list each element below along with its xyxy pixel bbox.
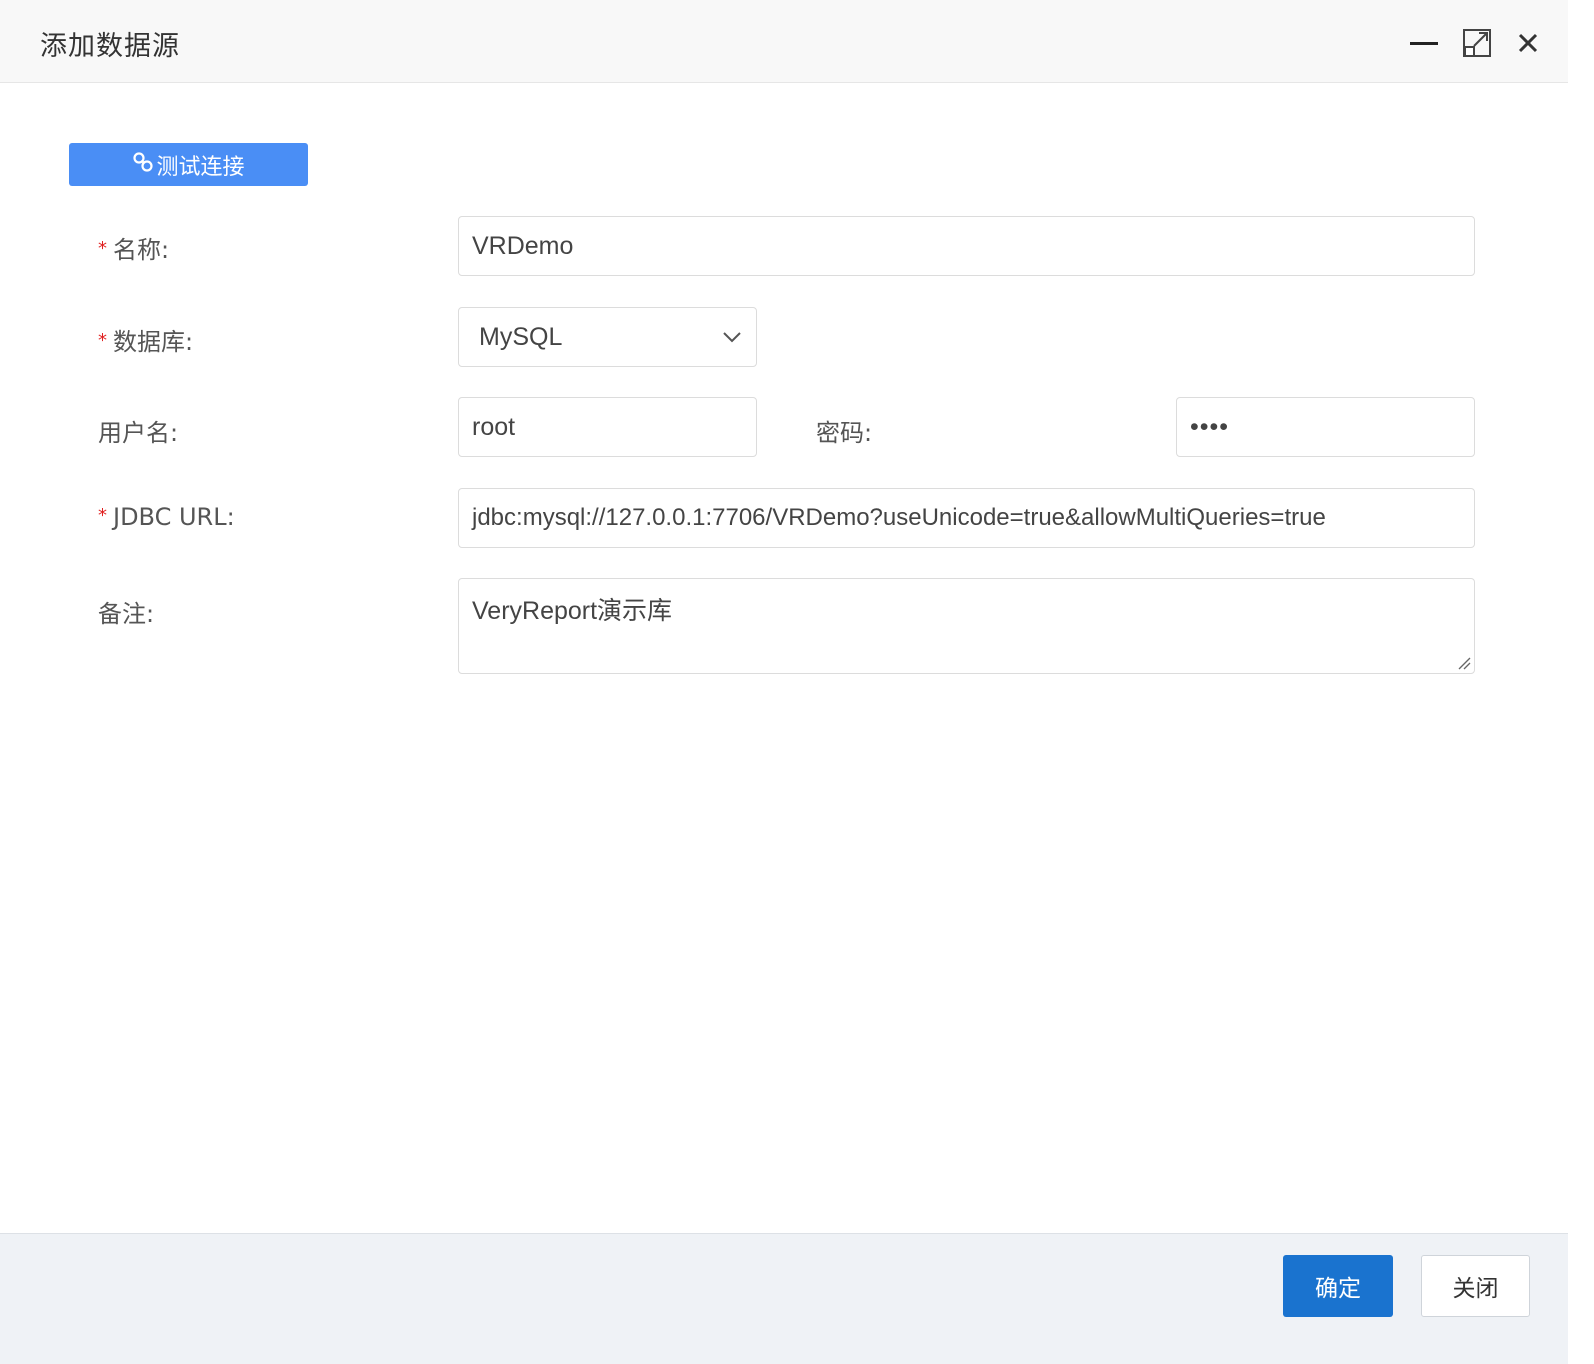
- resize-grip-icon: [1458, 657, 1471, 670]
- username-input[interactable]: root: [458, 397, 757, 457]
- database-select[interactable]: MySQL: [458, 307, 757, 367]
- dialog-title: 添加数据源: [40, 31, 180, 62]
- close-icon: [1518, 33, 1538, 53]
- name-input[interactable]: VRDemo: [458, 216, 1475, 276]
- name-label: * 名称:: [98, 236, 170, 264]
- add-datasource-dialog: 添加数据源 测试连接 * 名称: VRDemo * 数据库: MySQL 用户名…: [0, 0, 1568, 1364]
- required-mark: *: [98, 330, 107, 351]
- username-label: 用户名:: [98, 419, 179, 447]
- close-button[interactable]: 关闭: [1421, 1255, 1530, 1317]
- password-label: 密码:: [816, 419, 873, 447]
- remark-label: 备注:: [98, 600, 155, 628]
- jdbc-url-input[interactable]: jdbc:mysql://127.0.0.1:7706/VRDemo?useUn…: [458, 488, 1475, 548]
- maximize-button[interactable]: [1460, 26, 1494, 60]
- remark-text: VeryReport演示库: [472, 597, 673, 625]
- database-label: * 数据库:: [98, 328, 194, 356]
- test-connection-button[interactable]: 测试连接: [69, 143, 308, 186]
- link-icon: [132, 151, 154, 179]
- minimize-icon: [1410, 42, 1438, 45]
- dialog-footer: 确定 关闭: [0, 1233, 1568, 1364]
- required-mark: *: [98, 505, 107, 526]
- test-connection-label: 测试连接: [156, 154, 245, 180]
- dialog-titlebar: 添加数据源: [0, 0, 1568, 83]
- password-input[interactable]: ••••: [1176, 397, 1475, 457]
- required-mark: *: [98, 238, 107, 259]
- jdbc-url-label: * JDBC URL:: [98, 503, 235, 531]
- chevron-down-icon: [723, 332, 741, 343]
- minimize-button[interactable]: [1407, 26, 1441, 60]
- database-select-value: MySQL: [479, 322, 563, 351]
- close-window-button[interactable]: [1511, 26, 1545, 60]
- confirm-button[interactable]: 确定: [1283, 1255, 1393, 1317]
- maximize-icon: [1463, 29, 1491, 57]
- remark-textarea[interactable]: VeryReport演示库: [458, 578, 1475, 674]
